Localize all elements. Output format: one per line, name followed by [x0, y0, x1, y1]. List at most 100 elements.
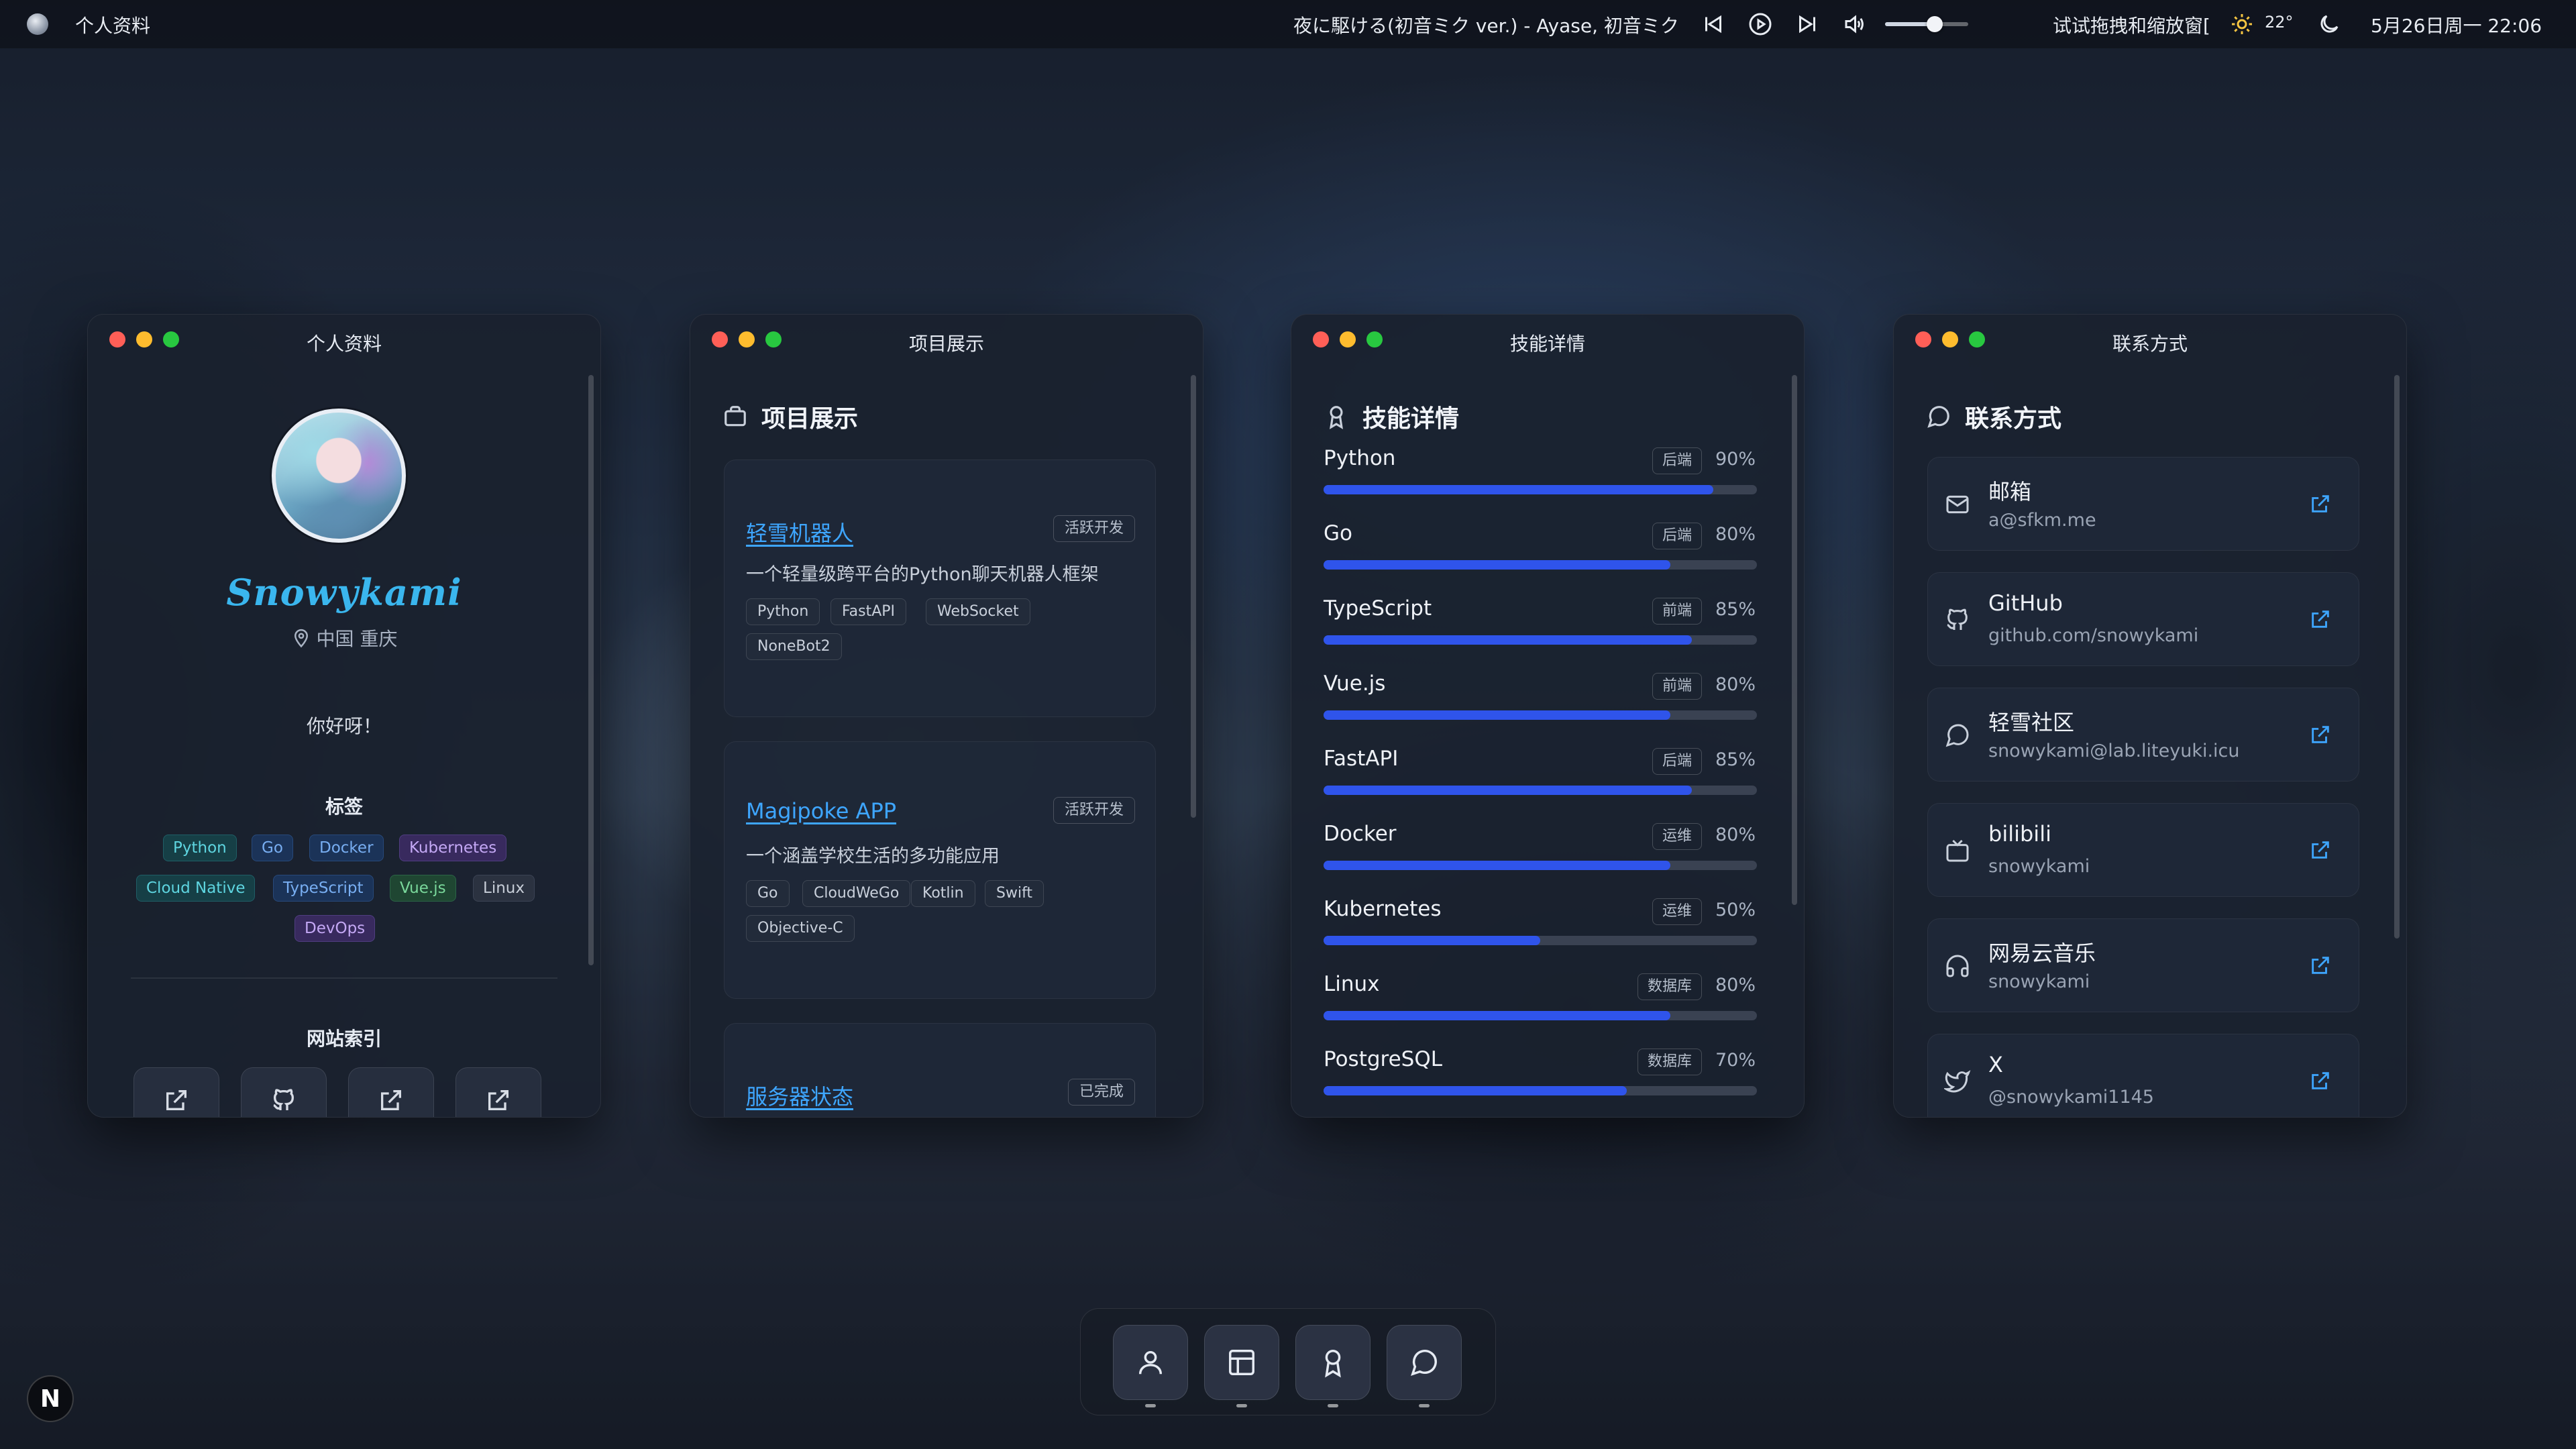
project-tag: NoneBot2 — [746, 633, 842, 660]
external-link-icon[interactable] — [2309, 608, 2332, 631]
tags-heading: 标签 — [325, 796, 363, 818]
tag-cloud-native: Cloud Native — [136, 875, 256, 902]
external-link-icon[interactable] — [2309, 839, 2332, 861]
site-link-button-github[interactable] — [241, 1067, 327, 1117]
tag-go: Go — [252, 835, 293, 861]
skill-category-badge: 后端 — [1652, 447, 1702, 474]
skill-percent: 80% — [1715, 524, 1756, 545]
dock-profile-button[interactable] — [1113, 1325, 1188, 1400]
window-title: 个人资料 — [306, 333, 382, 355]
play-icon[interactable] — [1748, 12, 1772, 36]
skill-name: FastAPI — [1324, 747, 1399, 771]
project-name-link[interactable]: Magipoke APP — [746, 798, 896, 824]
now-playing-track: 夜に駆ける(初音ミク ver.) - Ayase, 初音ミク — [1293, 15, 1679, 37]
contact-value: @snowykami1145 — [1988, 1087, 2154, 1108]
project-tag: WebSocket — [926, 598, 1030, 625]
skill-percent: 80% — [1715, 674, 1756, 695]
project-tag: Python — [746, 598, 820, 625]
project-card[interactable]: 轻雪机器人 活跃开发 一个轻量级跨平台的Python聊天机器人框架 Python… — [724, 460, 1156, 717]
skill-name: Docker — [1324, 822, 1397, 846]
project-card[interactable]: 服务器状态 已完成 — [724, 1023, 1156, 1117]
user-icon — [1138, 1350, 1163, 1375]
skill-percent: 80% — [1715, 975, 1756, 996]
scrollbar[interactable] — [1792, 375, 1797, 905]
award-icon — [1330, 406, 1343, 429]
skill-category-badge: 前端 — [1652, 673, 1702, 700]
contact-card-community[interactable]: 轻雪社区 snowykami@lab.liteyuki.icu — [1927, 688, 2359, 782]
projects-window[interactable]: 项目展示 项目展示 轻雪机器人 活跃开发 一个轻量级跨平台的Python聊天机器… — [690, 314, 1203, 1118]
clock-datetime[interactable]: 5月26日周一 22:06 — [2371, 11, 2542, 38]
award-icon — [1325, 1350, 1341, 1378]
external-link-icon[interactable] — [2309, 492, 2332, 515]
scrollbar[interactable] — [1191, 375, 1196, 818]
dock-projects-button[interactable] — [1204, 1325, 1279, 1400]
external-link-icon[interactable] — [2309, 1069, 2332, 1092]
volume-slider[interactable] — [1885, 16, 1968, 32]
system-logo-icon[interactable] — [27, 13, 48, 35]
contact-card-bilibili[interactable]: bilibili snowykami — [1927, 803, 2359, 897]
sun-icon — [2230, 12, 2254, 36]
profile-window[interactable]: 个人资料 Snowykami 中国 重庆 你好呀！ 标签 Python Go D… — [87, 314, 601, 1118]
skill-name: TypeScript — [1324, 596, 1432, 621]
project-name-link[interactable]: 服务器状态 — [746, 1080, 853, 1111]
external-link-icon[interactable] — [2309, 954, 2332, 977]
volume-icon[interactable] — [1842, 12, 1866, 36]
skill-progress-bar — [1324, 861, 1757, 870]
skills-window[interactable]: 技能详情 技能详情 Python 90% 后端 Go 80% 后端 TypeScript 85… — [1291, 314, 1805, 1118]
dock-contacts-button[interactable] — [1387, 1325, 1462, 1400]
skill-progress-bar — [1324, 1086, 1757, 1095]
skill-category-badge: 数据库 — [1637, 1049, 1702, 1075]
contact-card-email[interactable]: 邮箱 a@sfkm.me — [1927, 457, 2359, 551]
section-heading-text: 项目展示 — [761, 405, 859, 433]
layout-icon — [1229, 1350, 1254, 1375]
skill-progress-fill — [1324, 1011, 1670, 1020]
active-app-title[interactable]: 个人资料 — [75, 11, 150, 38]
external-link-icon[interactable] — [2309, 723, 2332, 746]
project-name-link[interactable]: 轻雪机器人 — [746, 517, 853, 547]
location: 中国 重庆 — [88, 625, 600, 651]
previous-track-icon[interactable] — [1701, 12, 1725, 36]
framework-badge[interactable]: N — [27, 1375, 74, 1422]
window-titlebar[interactable]: 个人资料 — [88, 315, 600, 366]
skill-progress-bar — [1324, 710, 1757, 720]
contact-title: GitHub — [1988, 590, 2063, 616]
contact-card-x[interactable]: X @snowykami1145 — [1927, 1034, 2359, 1117]
site-link-button[interactable] — [133, 1067, 219, 1117]
contact-card-netease-music[interactable]: 网易云音乐 snowykami — [1927, 918, 2359, 1012]
window-titlebar[interactable]: 项目展示 — [690, 315, 1203, 366]
skill-category-badge: 运维 — [1652, 898, 1702, 925]
dock-skills-button[interactable] — [1295, 1325, 1371, 1400]
project-status-badge: 活跃开发 — [1053, 797, 1135, 824]
window-title: 项目展示 — [908, 333, 984, 355]
contact-card-github[interactable]: GitHub github.com/snowykami — [1927, 572, 2359, 666]
site-link-button[interactable] — [348, 1067, 434, 1117]
tag-kubernetes: Kubernetes — [399, 835, 507, 861]
username: Snowykami — [226, 571, 462, 614]
scrollbar[interactable] — [2394, 375, 2400, 938]
greeting-text: 你好呀！ — [306, 715, 382, 737]
moon-icon[interactable] — [2317, 12, 2341, 36]
project-card[interactable]: Magipoke APP 活跃开发 一个涵盖学校生活的多功能应用 Go Clou… — [724, 741, 1156, 999]
scrollbar[interactable] — [588, 375, 594, 965]
skill-category-badge: 前端 — [1652, 598, 1702, 625]
project-status-badge: 已完成 — [1067, 1079, 1135, 1106]
tag-linux: Linux — [473, 875, 535, 902]
section-heading: 联系方式 — [1926, 399, 2061, 434]
skill-category-badge: 数据库 — [1637, 973, 1702, 1000]
project-status-badge: 活跃开发 — [1053, 515, 1135, 542]
skill-progress-bar — [1324, 1011, 1757, 1020]
project-description: 一个轻量级跨平台的Python聊天机器人框架 — [746, 564, 1099, 585]
skill-percent: 80% — [1715, 824, 1756, 845]
site-link-button[interactable] — [455, 1067, 541, 1117]
contact-value: snowykami — [1988, 856, 2090, 877]
contact-title: X — [1988, 1052, 2003, 1077]
window-titlebar[interactable]: 技能详情 — [1291, 315, 1804, 366]
contacts-window[interactable]: 联系方式 联系方式 邮箱 a@sfkm.me GitHub github.com… — [1893, 314, 2407, 1118]
tag-docker: Docker — [309, 835, 384, 861]
contact-value: github.com/snowykami — [1988, 625, 2199, 646]
next-track-icon[interactable] — [1795, 12, 1819, 36]
volume-slider-knob[interactable] — [1927, 16, 1943, 32]
window-titlebar[interactable]: 联系方式 — [1894, 315, 2406, 366]
skill-progress-fill — [1324, 861, 1670, 870]
contact-title: bilibili — [1988, 821, 2051, 847]
